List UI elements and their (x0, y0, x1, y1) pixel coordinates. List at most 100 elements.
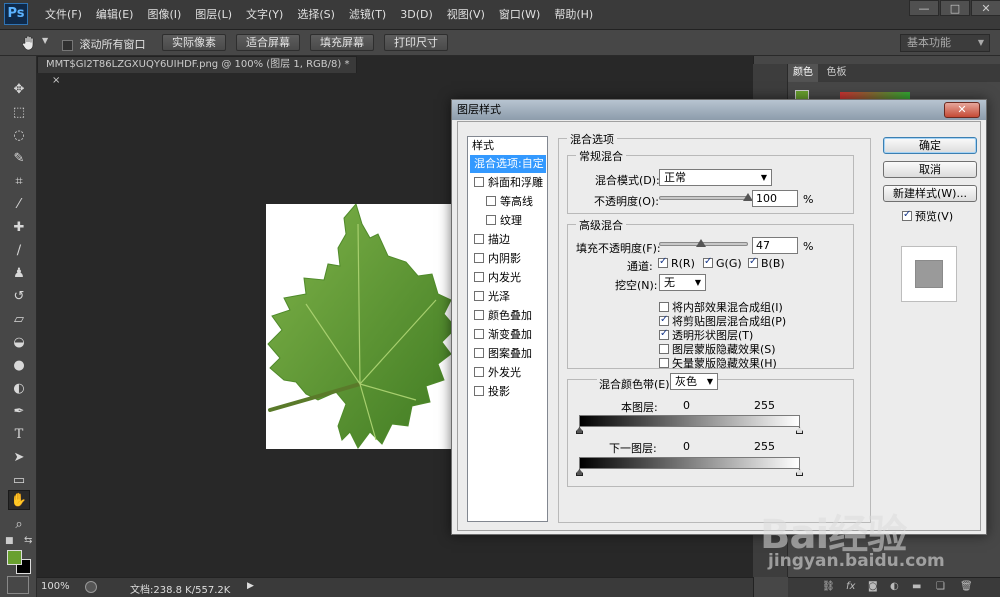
menu-layer[interactable]: 图层(L) (188, 0, 239, 30)
fit-screen-button[interactable]: 适合屏幕 (236, 34, 300, 51)
menu-edit[interactable]: 编辑(E) (89, 0, 141, 30)
style-item-checkbox[interactable] (474, 310, 484, 320)
marquee-tool-icon[interactable]: ⬚ (8, 103, 30, 123)
brush-tool-icon[interactable]: ∕ (8, 241, 30, 261)
foreground-color-swatch[interactable] (7, 550, 22, 565)
adjustment-layer-icon[interactable]: ◐ (890, 581, 899, 592)
hand-icon[interactable] (20, 34, 38, 52)
menu-select[interactable]: 选择(S) (290, 0, 342, 30)
style-item[interactable]: 外发光 (470, 364, 546, 382)
new-style-button[interactable]: 新建样式(W)... (883, 185, 977, 202)
quick-mask-icon[interactable] (7, 576, 29, 594)
advanced-option-checkbox[interactable] (659, 358, 669, 368)
pen-tool-icon[interactable]: ✒ (8, 402, 30, 422)
move-tool-icon[interactable]: ✥ (8, 80, 30, 100)
zoom-level[interactable]: 100% (41, 581, 70, 592)
style-item[interactable]: 渐变叠加 (470, 326, 546, 344)
print-size-button[interactable]: 打印尺寸 (384, 34, 448, 51)
style-item[interactable]: 等高线 (470, 193, 546, 211)
document-canvas[interactable] (266, 202, 466, 449)
menu-image[interactable]: 图像(I) (140, 0, 188, 30)
underlying-layer-gradient-slider[interactable] (579, 457, 800, 469)
style-item[interactable]: 图案叠加 (470, 345, 546, 363)
new-group-icon[interactable]: ▬ (912, 581, 921, 592)
menu-3d[interactable]: 3D(D) (393, 0, 440, 30)
channel-g-checkbox[interactable] (703, 256, 713, 268)
dialog-title-bar[interactable]: 图层样式 (452, 100, 986, 120)
type-tool-icon[interactable]: T (8, 425, 30, 445)
tab-swatches[interactable]: 色板 (822, 64, 852, 82)
swap-colors-icon[interactable]: ⇆ (24, 535, 32, 546)
hand-tool-icon[interactable]: ✋ (8, 490, 30, 510)
preview-checkbox[interactable] (902, 209, 912, 221)
style-item-checkbox[interactable] (474, 386, 484, 396)
menu-window[interactable]: 窗口(W) (492, 0, 547, 30)
knockout-select[interactable]: 无 (659, 274, 706, 291)
add-mask-icon[interactable]: ◙ (868, 581, 878, 592)
document-tab[interactable]: MMT$GI2T86LZGXUQY6UIHDF.png @ 100% (图层 1… (37, 56, 357, 86)
preview-option[interactable]: 预览(V) (902, 208, 953, 224)
eyedropper-tool-icon[interactable]: ⁄ (8, 195, 30, 215)
style-item[interactable]: 内阴影 (470, 250, 546, 268)
style-item-checkbox[interactable] (474, 177, 484, 187)
channel-g[interactable]: G(G) (703, 256, 742, 270)
fill-opacity-input[interactable]: 47 (752, 237, 798, 254)
tool-preset-chevron-icon[interactable]: ▼ (42, 36, 48, 45)
new-layer-icon[interactable]: ❏ (936, 581, 945, 592)
opacity-input[interactable]: 100 (752, 190, 798, 207)
channel-b[interactable]: B(B) (748, 256, 785, 270)
channel-r[interactable]: R(R) (658, 256, 695, 270)
advanced-option-checkbox[interactable] (659, 314, 669, 326)
scroll-all-checkbox[interactable] (62, 39, 73, 51)
rectangle-tool-icon[interactable]: ▭ (8, 471, 30, 491)
history-brush-tool-icon[interactable]: ↺ (8, 287, 30, 307)
close-window-button[interactable]: ✕ (971, 0, 1000, 16)
style-item[interactable]: 斜面和浮雕 (470, 174, 546, 192)
path-select-tool-icon[interactable]: ➤ (8, 448, 30, 468)
close-document-icon[interactable]: × (52, 75, 60, 86)
style-item[interactable]: 纹理 (470, 212, 546, 230)
style-item[interactable]: 描边 (470, 231, 546, 249)
menu-help[interactable]: 帮助(H) (547, 0, 600, 30)
style-item[interactable]: 颜色叠加 (470, 307, 546, 325)
clone-stamp-tool-icon[interactable]: ♟ (8, 264, 30, 284)
lasso-tool-icon[interactable]: ◌ (8, 126, 30, 146)
actual-pixels-button[interactable]: 实际像素 (162, 34, 226, 51)
default-colors-icon[interactable]: ■ (5, 536, 14, 546)
channel-b-checkbox[interactable] (748, 256, 758, 268)
style-item-checkbox[interactable] (474, 329, 484, 339)
ok-button[interactable]: 确定 (883, 137, 977, 154)
channel-r-checkbox[interactable] (658, 256, 668, 268)
status-menu-arrow-icon[interactable]: ▶ (247, 581, 254, 591)
style-item-checkbox[interactable] (486, 215, 496, 225)
blend-mode-select[interactable]: 正常 (659, 169, 772, 186)
quick-select-tool-icon[interactable]: ✎ (8, 149, 30, 169)
style-item-checkbox[interactable] (474, 272, 484, 282)
style-item-checkbox[interactable] (474, 253, 484, 263)
advanced-option-checkbox[interactable] (659, 328, 669, 340)
style-item-checkbox[interactable] (486, 196, 496, 206)
style-item-checkbox[interactable] (474, 348, 484, 358)
style-item[interactable]: 内发光 (470, 269, 546, 287)
opacity-slider[interactable] (659, 196, 748, 200)
style-item[interactable]: 混合选项:自定 (470, 155, 546, 173)
menu-view[interactable]: 视图(V) (440, 0, 492, 30)
advanced-option-checkbox[interactable] (659, 302, 669, 312)
minimize-button[interactable]: — (909, 0, 939, 16)
scroll-all-windows-option[interactable]: 滚动所有窗口 (62, 36, 146, 52)
style-item-checkbox[interactable] (474, 367, 484, 377)
dodge-tool-icon[interactable]: ◐ (8, 379, 30, 399)
delete-layer-icon[interactable]: 🗑 (960, 581, 973, 592)
link-layers-icon[interactable]: ⛓ (822, 581, 835, 592)
style-item-checkbox[interactable] (474, 291, 484, 301)
info-icon[interactable] (85, 581, 97, 593)
fill-opacity-slider-thumb[interactable] (695, 239, 706, 247)
dialog-close-button[interactable]: ✕ (944, 102, 980, 118)
fill-screen-button[interactable]: 填充屏幕 (310, 34, 374, 51)
advanced-option[interactable]: 矢量蒙版隐藏效果(H) (659, 355, 777, 371)
maximize-button[interactable]: □ (940, 0, 970, 16)
blend-if-select[interactable]: 灰色 (670, 373, 718, 390)
fx-icon[interactable]: fx (846, 581, 855, 592)
menu-type[interactable]: 文字(Y) (239, 0, 290, 30)
style-item[interactable]: 光泽 (470, 288, 546, 306)
